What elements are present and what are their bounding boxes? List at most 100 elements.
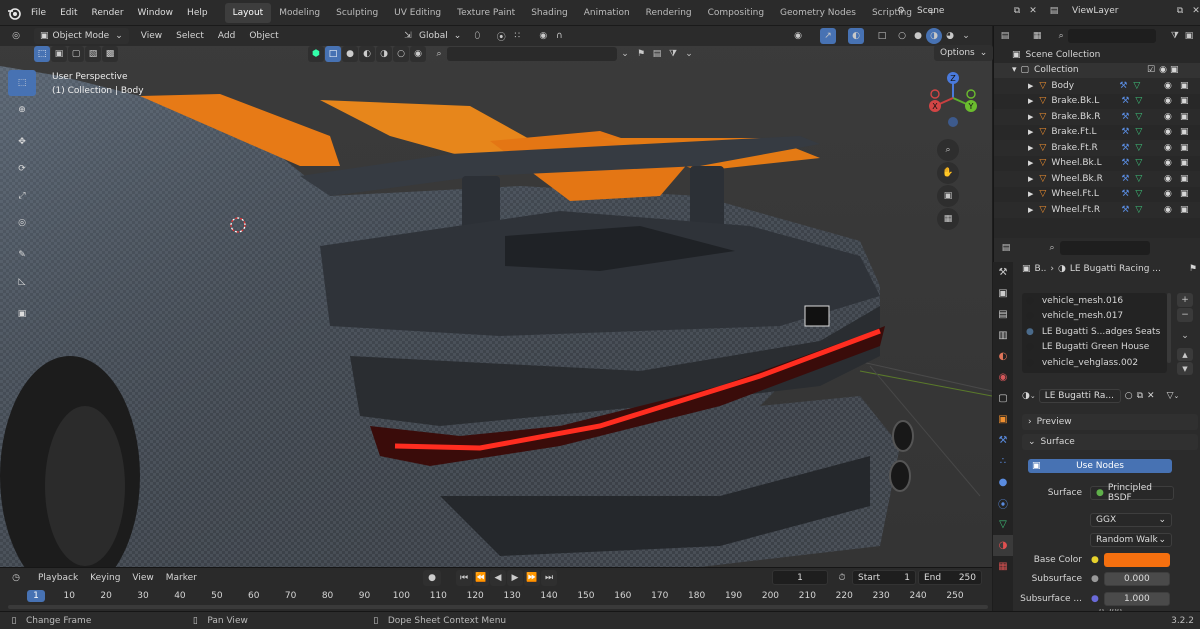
expand-arrow-icon[interactable]: ▶ xyxy=(1028,97,1033,105)
material-name-field[interactable]: LE Bugatti Ra... xyxy=(1038,389,1121,403)
perspective-toggle-icon[interactable]: ▦ xyxy=(937,208,959,230)
tab-geometry-nodes[interactable]: Geometry Nodes xyxy=(772,3,864,23)
transform-orientation-icon[interactable]: ⇲ xyxy=(400,28,416,44)
select-subtract-icon[interactable]: ▢ xyxy=(68,46,84,62)
chevron-down-icon[interactable]: ⌄ xyxy=(617,46,633,62)
play-reverse-icon[interactable]: ◀ xyxy=(490,570,506,586)
options-dropdown[interactable]: Options ⌄ xyxy=(934,45,994,61)
eye-icon[interactable]: ◉ xyxy=(1164,174,1172,184)
distribution-dropdown[interactable]: GGX ⌄ xyxy=(1090,513,1172,527)
solid-shading-icon[interactable]: ● xyxy=(910,28,926,44)
editor-type-icon[interactable]: ◎ xyxy=(8,28,24,44)
camera-icon[interactable]: ▣ xyxy=(1180,143,1189,153)
remove-slot-icon[interactable]: − xyxy=(1177,308,1193,322)
navigation-gizmo[interactable]: Z X Y ⌕ ✋ ▣ ▦ xyxy=(925,68,981,230)
eye-icon[interactable]: ◉ xyxy=(1164,127,1172,137)
falloff-icon[interactable]: ∩ xyxy=(551,28,567,44)
bookmark-icon[interactable]: ⚑ xyxy=(633,46,649,62)
annotate-tool-icon[interactable]: ✎ xyxy=(8,242,36,268)
3d-viewport[interactable]: User Perspective (1) Collection | Body xyxy=(0,26,992,567)
start-frame-field[interactable]: Start 1 xyxy=(852,570,916,585)
pan-hand-icon[interactable]: ✋ xyxy=(937,162,959,184)
filter-object-icon[interactable]: □ xyxy=(325,46,341,62)
float-socket-icon[interactable]: ● xyxy=(1091,574,1099,584)
world-tab-icon[interactable]: ◉ xyxy=(993,367,1013,388)
filter-empty-icon[interactable]: ◑ xyxy=(376,46,392,62)
stopwatch-icon[interactable]: ⏱ xyxy=(834,570,850,586)
outliner-editor-icon[interactable]: ▤ xyxy=(998,28,1012,44)
render-tab-icon[interactable]: ▣ xyxy=(993,283,1013,304)
tab-animation[interactable]: Animation xyxy=(576,3,638,23)
mode-selector[interactable]: ▣ Object Mode ⌄ xyxy=(34,28,129,44)
unlink-material-icon[interactable]: ✕ xyxy=(1147,391,1155,401)
outliner-row[interactable]: ▶ ▽ Wheel.Bk.L ⚒ ▽ ◉ ▣ xyxy=(994,156,1200,172)
tab-sculpting[interactable]: Sculpting xyxy=(328,3,386,23)
playhead-frame-label[interactable]: 1 xyxy=(27,590,45,602)
rendered-shading-icon[interactable]: ◕ xyxy=(942,28,958,44)
expand-arrow-icon[interactable]: ▶ xyxy=(1028,190,1033,198)
eye-icon[interactable]: ◉ xyxy=(1164,189,1172,199)
object-tab-icon[interactable]: ▣ xyxy=(993,409,1013,430)
eye-icon[interactable]: ◉ xyxy=(1164,112,1172,122)
surface-shader-field[interactable]: ● Principled BSDF xyxy=(1090,483,1174,503)
menu-marker[interactable]: Marker xyxy=(166,573,197,583)
transform-tool-icon[interactable]: ◎ xyxy=(8,210,36,236)
view-layer-tab-icon[interactable]: ▥ xyxy=(993,325,1013,346)
next-keyframe-icon[interactable]: ⏩ xyxy=(524,570,540,586)
expand-arrow-icon[interactable]: ▶ xyxy=(1028,128,1033,136)
physics-tab-icon[interactable]: ● xyxy=(993,472,1013,493)
eye-icon[interactable]: ◉ xyxy=(1164,81,1172,91)
play-icon[interactable]: ▶ xyxy=(507,570,523,586)
jump-end-icon[interactable]: ⏭ xyxy=(541,570,557,586)
eye-icon[interactable]: ◉ xyxy=(1164,158,1172,168)
select-box-icon[interactable]: ⬚ xyxy=(34,46,50,62)
camera-icon[interactable]: ▣ xyxy=(1180,127,1189,137)
material-slot-item[interactable]: ● LE Bugatti S...adges Seats xyxy=(1022,324,1167,340)
chevron-down-icon[interactable]: ⌄ xyxy=(681,46,697,62)
use-nodes-button[interactable]: ▣ Use Nodes xyxy=(1028,459,1172,473)
expand-arrow-icon[interactable]: ▶ xyxy=(1028,175,1033,183)
menu-keying[interactable]: Keying xyxy=(90,573,120,583)
texture-tab-icon[interactable]: ▦ xyxy=(993,556,1013,577)
scale-tool-icon[interactable]: ⤢ xyxy=(8,183,36,209)
frame-ruler[interactable]: 1 10 20 30 40 50 60 70 80 90 100 110 120 130 140 150 160… xyxy=(0,588,992,604)
view-layer-name[interactable]: ViewLayer xyxy=(1062,6,1142,16)
visibility-icon[interactable]: ◉ xyxy=(790,28,806,44)
menu-add[interactable]: Add xyxy=(218,31,235,41)
blender-logo-icon[interactable] xyxy=(6,5,22,21)
search-icon[interactable]: ⌕ xyxy=(431,46,447,62)
vector-socket-icon[interactable]: ● xyxy=(1091,594,1099,604)
collection-tab-icon[interactable]: ▢ xyxy=(993,388,1013,409)
material-list-scrollbar[interactable] xyxy=(1167,293,1171,363)
search-icon[interactable]: ⌕ xyxy=(1044,240,1060,256)
material-slot-item[interactable]: ● vehicle_mesh.017 xyxy=(1022,309,1167,325)
delete-view-layer-icon[interactable]: ✕ xyxy=(1188,3,1200,19)
object-data-tab-icon[interactable]: ▽ xyxy=(993,514,1013,535)
subsurface-method-dropdown[interactable]: Random Walk ⌄ xyxy=(1090,533,1172,547)
record-icon[interactable]: ● xyxy=(423,570,441,586)
collection-row[interactable]: ▾ ▢ Collection ☑ ◉ ▣ xyxy=(994,62,1200,78)
eye-icon[interactable]: ◉ xyxy=(1164,143,1172,153)
outliner-row[interactable]: ▶ ▽ Wheel.Bk.R ⚒ ▽ ◉ ▣ xyxy=(994,171,1200,187)
scene-collection-row[interactable]: ▣ Scene Collection xyxy=(994,47,1200,63)
outliner-row[interactable]: ▶ ▽ Brake.Bk.L ⚒ ▽ ◉ ▣ xyxy=(994,94,1200,110)
material-slot-list[interactable]: ● vehicle_mesh.016 ● vehicle_mesh.017 ● LE Bu… xyxy=(1022,293,1167,373)
rotate-tool-icon[interactable]: ⟳ xyxy=(8,156,36,182)
expand-arrow-icon[interactable]: ▶ xyxy=(1028,144,1033,152)
snap-icon[interactable]: ⦿ xyxy=(493,28,509,44)
subsurface-radius-field[interactable]: 1.000 xyxy=(1103,592,1170,606)
outliner-search-field[interactable] xyxy=(1068,29,1156,43)
chevron-down-icon[interactable]: ⌄ xyxy=(1174,392,1180,400)
outliner-row[interactable]: ▶ ▽ Wheel.Ft.R ⚒ ▽ ◉ ▣ xyxy=(994,202,1200,218)
select-intersect-icon[interactable]: ▩ xyxy=(102,46,118,62)
timeline-scrollbar[interactable] xyxy=(8,605,988,609)
end-frame-field[interactable]: End 250 xyxy=(918,570,982,585)
snap-target-icon[interactable]: ∷ xyxy=(509,28,525,44)
outliner-row[interactable]: ▶ ▽ Brake.Ft.L ⚒ ▽ ◉ ▣ xyxy=(994,125,1200,141)
expand-arrow-icon[interactable]: ▶ xyxy=(1028,206,1033,214)
outliner-row[interactable]: ▶ ▽ Wheel.Ft.L ⚒ ▽ ◉ ▣ xyxy=(994,187,1200,203)
menu-select[interactable]: Select xyxy=(176,31,204,41)
filter-other-icon[interactable]: ○ xyxy=(393,46,409,62)
scene-name[interactable]: Scene xyxy=(909,6,989,16)
xray-icon[interactable]: □ xyxy=(874,28,890,44)
